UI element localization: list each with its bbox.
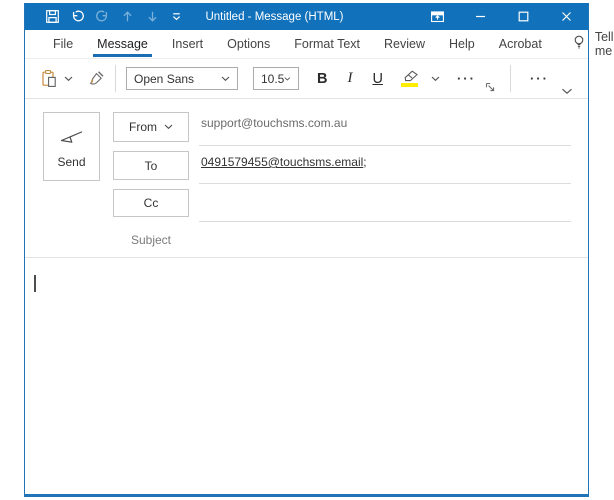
customize-quick-access-icon[interactable] — [170, 10, 183, 23]
to-field-value[interactable]: 0491579455@touchsms.email; — [201, 155, 367, 169]
dialog-launcher-icon — [485, 82, 496, 93]
send-plane-icon — [58, 124, 85, 146]
more-commands-button[interactable]: ··· — [530, 71, 549, 86]
from-field-line[interactable] — [199, 145, 571, 146]
chevron-down-icon — [64, 76, 73, 82]
ribbon-tab-bar: File Message Insert Options Format Text … — [25, 30, 588, 59]
font-dialog-launcher-button[interactable] — [485, 82, 496, 93]
highlighter-icon — [401, 70, 419, 82]
close-button[interactable] — [545, 3, 588, 30]
tab-help[interactable]: Help — [437, 30, 487, 58]
send-button[interactable]: Send — [43, 112, 100, 181]
redo-icon[interactable] — [95, 9, 110, 24]
ribbon-display-options-icon — [430, 10, 445, 24]
tab-file[interactable]: File — [41, 30, 85, 58]
paste-button[interactable] — [40, 69, 58, 88]
titlebar: Untitled - Message (HTML) — [25, 3, 588, 30]
paste-dropdown-button[interactable] — [64, 76, 73, 82]
recipient-separator: ; — [363, 155, 366, 169]
text-cursor — [34, 275, 36, 292]
ribbon-separator — [510, 65, 511, 92]
cc-button-label: Cc — [144, 196, 159, 210]
more-font-commands-button[interactable]: ··· — [457, 71, 476, 86]
send-button-label: Send — [57, 155, 85, 169]
to-button[interactable]: To — [113, 151, 189, 180]
chevron-down-icon — [164, 124, 173, 130]
tab-format-text[interactable]: Format Text — [282, 30, 372, 58]
maximize-button[interactable] — [502, 3, 545, 30]
subject-label: Subject — [113, 233, 189, 247]
to-field-line[interactable] — [199, 183, 571, 184]
format-painter-icon — [87, 70, 105, 87]
format-painter-button[interactable] — [87, 70, 105, 87]
ribbon-display-options-button[interactable] — [416, 3, 459, 30]
highlight-dropdown-button[interactable] — [431, 76, 440, 82]
from-button-label: From — [129, 120, 157, 134]
save-icon[interactable] — [45, 9, 60, 24]
highlight-color-bar — [401, 83, 418, 87]
maximize-icon — [516, 9, 531, 24]
to-button-label: To — [145, 159, 158, 173]
font-name-combo[interactable]: Open Sans — [126, 67, 238, 90]
ribbon: Open Sans 10.5 B I U ··· — [25, 59, 588, 99]
font-size-value: 10.5 — [261, 72, 284, 86]
window-controls — [416, 3, 588, 30]
chevron-down-icon — [221, 76, 230, 82]
cc-field-line[interactable] — [199, 221, 571, 222]
tell-me-label: Tell me — [595, 30, 614, 58]
outlook-message-window: Untitled - Message (HTML) — [24, 3, 589, 497]
from-field-value[interactable]: support@touchsms.com.au — [201, 116, 347, 130]
font-name-value: Open Sans — [134, 72, 194, 86]
minimize-icon — [473, 9, 488, 24]
minimize-button[interactable] — [459, 3, 502, 30]
tab-acrobat[interactable]: Acrobat — [487, 30, 554, 58]
lightbulb-icon — [572, 34, 586, 54]
chevron-down-icon — [561, 88, 573, 95]
compose-header: Send From To Cc Subject support@touchsms… — [25, 99, 588, 258]
tab-message[interactable]: Message — [85, 30, 160, 58]
undo-icon[interactable] — [70, 9, 85, 24]
arrow-up-icon[interactable] — [120, 9, 135, 24]
italic-button[interactable]: I — [347, 70, 352, 87]
bold-button[interactable]: B — [317, 71, 327, 87]
tab-insert[interactable]: Insert — [160, 30, 215, 58]
arrow-down-icon[interactable] — [145, 9, 160, 24]
tell-me-box[interactable]: Tell me — [562, 30, 614, 58]
close-icon — [559, 9, 574, 24]
cc-button[interactable]: Cc — [113, 189, 189, 217]
font-size-combo[interactable]: 10.5 — [253, 67, 299, 90]
text-highlight-button[interactable] — [401, 70, 419, 87]
paste-icon — [40, 69, 58, 88]
tab-review[interactable]: Review — [372, 30, 437, 58]
ribbon-separator — [115, 65, 116, 92]
recipient-address-link[interactable]: 0491579455@touchsms.email — [201, 155, 363, 169]
underline-button[interactable]: U — [372, 71, 382, 87]
chevron-down-icon — [431, 76, 440, 82]
message-body[interactable] — [25, 258, 588, 494]
from-button[interactable]: From — [113, 112, 189, 142]
window-title: Untitled - Message (HTML) — [205, 11, 343, 23]
chevron-down-icon — [284, 76, 291, 82]
tab-options[interactable]: Options — [215, 30, 282, 58]
collapse-ribbon-button[interactable] — [561, 88, 573, 95]
quick-access-toolbar — [25, 9, 183, 24]
